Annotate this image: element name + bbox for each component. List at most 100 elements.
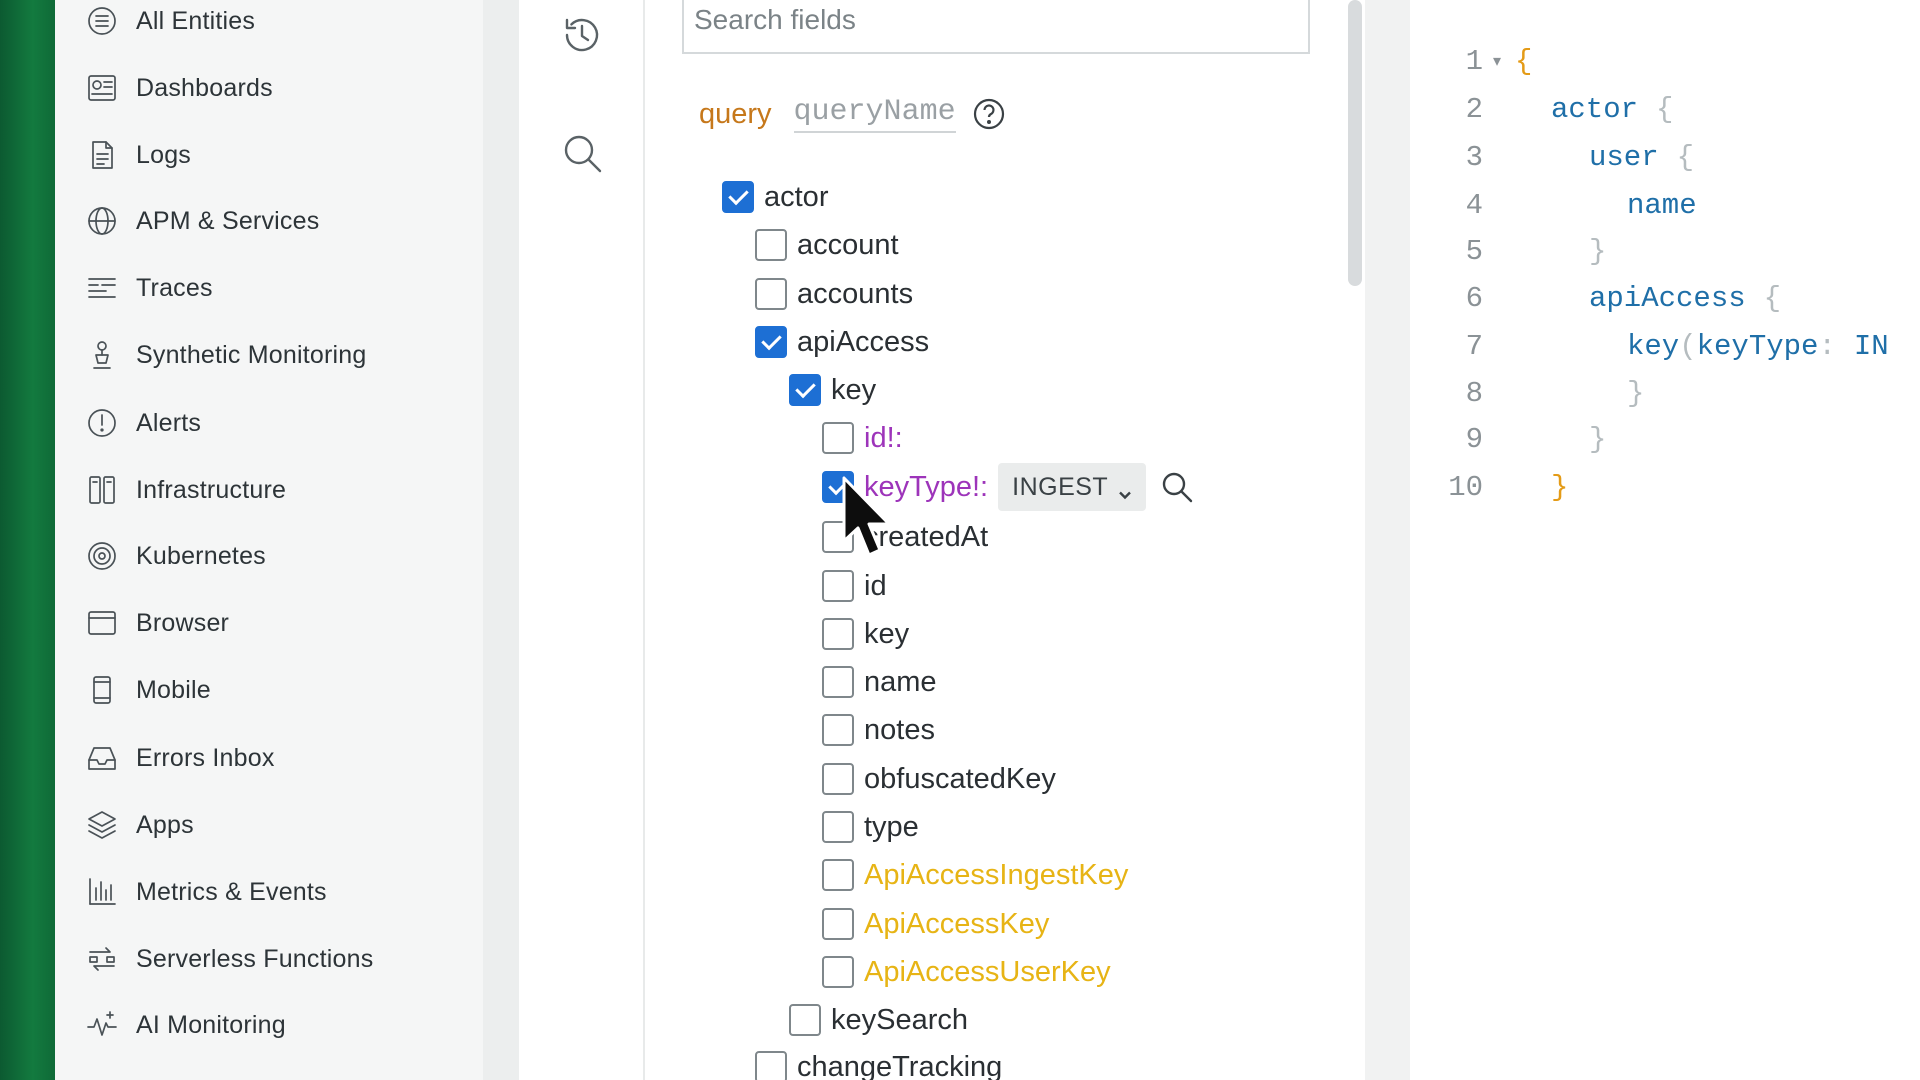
sidebar-item-browser[interactable]: Browser: [85, 603, 229, 643]
synthetic-icon: [85, 338, 119, 372]
sidebar-item-label: Browser: [136, 608, 230, 637]
tree-item-changetracking[interactable]: changeTracking: [755, 1047, 1002, 1080]
search-button[interactable]: [553, 126, 611, 184]
help-icon[interactable]: [972, 97, 1006, 131]
sidebar-item-apps[interactable]: Apps: [85, 805, 194, 845]
sidebar-item-apm[interactable]: APM & Services: [85, 201, 319, 241]
fold-toggle-icon[interactable]: ▾: [1493, 51, 1515, 71]
tree-fragment-apiaccesskey[interactable]: ApiAccessKey: [822, 904, 1049, 944]
fragment-label: ApiAccessIngestKey: [864, 858, 1129, 891]
tree-item-account[interactable]: account: [755, 225, 899, 265]
checkbox[interactable]: [789, 374, 821, 406]
checkbox[interactable]: [822, 570, 854, 602]
tree-item-type[interactable]: type: [822, 807, 919, 847]
tree-item-name[interactable]: name: [822, 662, 937, 702]
fragment-label: ApiAccessKey: [864, 907, 1050, 940]
sidebar-item-label: APM & Services: [136, 206, 320, 235]
chevron-down-icon: [1118, 480, 1132, 500]
search-icon[interactable]: [1160, 470, 1194, 504]
tree-fragment-apiaccessuserkey[interactable]: ApiAccessUserKey: [822, 952, 1111, 992]
line-number: 4: [1465, 188, 1483, 222]
sidebar-item-label: All Entities: [136, 6, 256, 35]
search-fields-input[interactable]: Search fields: [682, 0, 1310, 54]
field-label: obfuscatedKey: [864, 762, 1056, 795]
sidebar-item-label: Traces: [136, 273, 213, 302]
checkbox[interactable]: [822, 714, 854, 746]
sidebar-item-infrastructure[interactable]: Infrastructure: [85, 470, 286, 510]
checkbox[interactable]: [722, 181, 754, 213]
code-brace: }: [1627, 376, 1645, 410]
line-number: 2: [1465, 92, 1483, 126]
checkbox[interactable]: [822, 422, 854, 454]
code-brace: }: [1589, 234, 1607, 268]
line-number: 1: [1465, 44, 1483, 78]
checkbox[interactable]: [755, 326, 787, 358]
code-line: 3 user {: [1410, 134, 1694, 180]
tree-item-obfuscatedkey[interactable]: obfuscatedKey: [822, 759, 1056, 799]
query-editor[interactable]: 1 ▾{ 2 actor{ 3 user{ 4 name 5} 6 apiAccess{ …: [1410, 0, 1920, 1080]
sidebar-item-label: Dashboards: [136, 73, 273, 102]
sidebar-item-alerts[interactable]: Alerts: [85, 403, 201, 443]
sidebar-item-ai-monitoring[interactable]: AI Monitoring: [85, 1005, 286, 1045]
checkbox[interactable]: [822, 666, 854, 698]
checkbox[interactable]: [822, 859, 854, 891]
field-label: key: [831, 373, 877, 406]
logs-icon: [85, 138, 119, 172]
sidebar-item-kubernetes[interactable]: Kubernetes: [85, 536, 266, 576]
tree-item-apiaccess[interactable]: apiAccess: [755, 322, 929, 362]
serverless-icon: [85, 942, 119, 976]
checkbox[interactable]: [822, 763, 854, 795]
sidebar-item-traces[interactable]: Traces: [85, 268, 213, 308]
field-label: id: [864, 569, 887, 602]
history-icon: [559, 12, 605, 63]
entities-icon: [85, 4, 119, 38]
sidebar-item-synthetic[interactable]: Synthetic Monitoring: [85, 335, 367, 375]
field-label: accounts: [797, 277, 914, 310]
field-label: changeTracking: [797, 1050, 1003, 1080]
query-keyword: query: [699, 97, 772, 130]
globe-icon: [85, 204, 119, 238]
query-header: query queryName: [699, 92, 1006, 136]
checkbox[interactable]: [755, 278, 787, 310]
browser-icon: [85, 606, 119, 640]
sidebar-item-label: Apps: [136, 810, 194, 839]
kubernetes-icon: [85, 539, 119, 573]
scrollbar-thumb[interactable]: [1348, 0, 1362, 286]
tree-item-key[interactable]: key: [789, 370, 876, 410]
sidebar-item-logs[interactable]: Logs: [85, 135, 191, 175]
tree-item-notes[interactable]: notes: [822, 710, 935, 750]
dashboards-icon: [85, 71, 119, 105]
checkbox[interactable]: [822, 908, 854, 940]
checkbox[interactable]: [755, 1051, 787, 1080]
mobile-icon: [85, 673, 119, 707]
tree-fragment-apiaccessingestkey[interactable]: ApiAccessIngestKey: [822, 855, 1128, 895]
query-name-input[interactable]: queryName: [793, 95, 956, 133]
sidebar-item-all-entities[interactable]: All Entities: [85, 1, 255, 41]
history-button[interactable]: [553, 8, 611, 66]
sidebar-item-dashboards[interactable]: Dashboards: [85, 68, 273, 108]
tree-item-keysearch[interactable]: keySearch: [789, 1000, 968, 1040]
checkbox[interactable]: [755, 229, 787, 261]
line-number: 6: [1465, 281, 1483, 315]
checkbox[interactable]: [822, 956, 854, 988]
tree-item-key-field[interactable]: key: [822, 614, 909, 654]
code-colon: :: [1818, 329, 1836, 363]
sidebar-item-label: Kubernetes: [136, 541, 266, 570]
checkbox[interactable]: [822, 811, 854, 843]
tree-arg-id[interactable]: id!:: [822, 418, 903, 458]
checkbox[interactable]: [822, 618, 854, 650]
sidebar-item-metrics-events[interactable]: Metrics & Events: [85, 872, 327, 912]
toolbar-column: [519, 0, 645, 1080]
tree-item-accounts[interactable]: accounts: [755, 274, 913, 314]
sidebar-item-errors-inbox[interactable]: Errors Inbox: [85, 738, 275, 778]
checkbox[interactable]: [789, 1004, 821, 1036]
line-number: 7: [1465, 329, 1483, 363]
tree-item-actor[interactable]: actor: [722, 177, 828, 217]
inbox-icon: [85, 741, 119, 775]
line-number: 5: [1465, 234, 1483, 268]
keytype-enum-select[interactable]: INGEST: [998, 463, 1147, 511]
sidebar-item-mobile[interactable]: Mobile: [85, 670, 211, 710]
sidebar-item-serverless[interactable]: Serverless Functions: [85, 939, 373, 979]
field-label: account: [797, 228, 899, 261]
tree-item-id[interactable]: id: [822, 566, 887, 606]
